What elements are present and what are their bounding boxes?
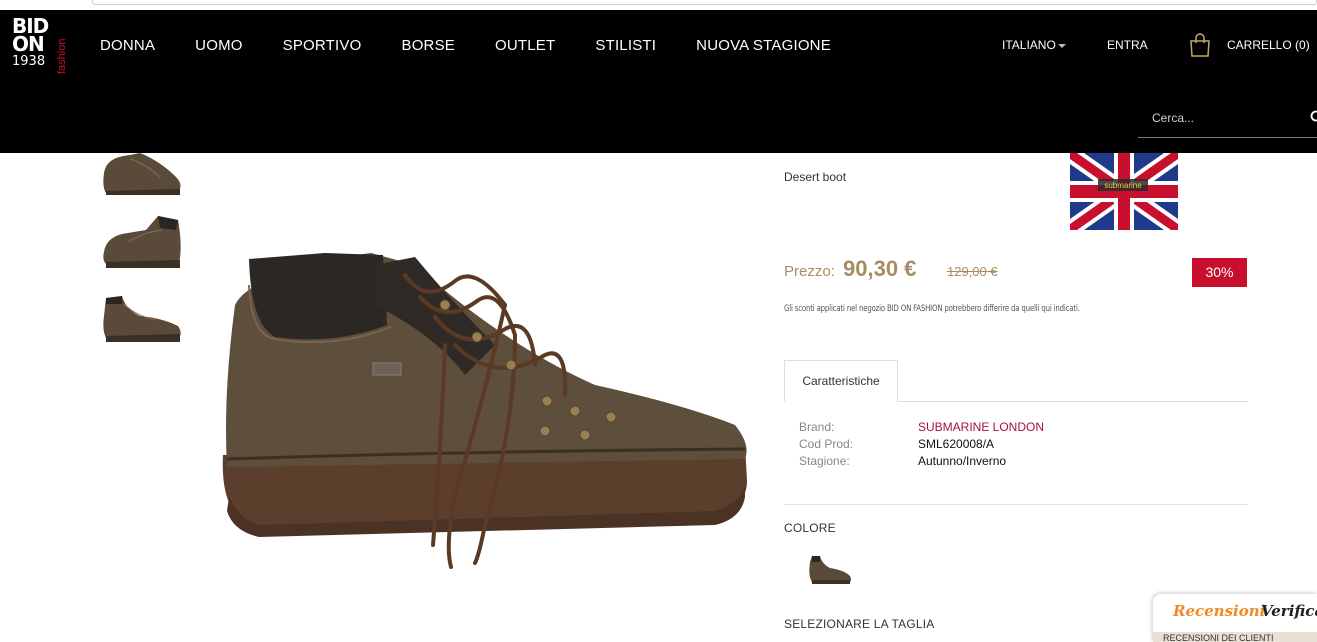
divider xyxy=(784,504,1248,505)
price-label: Prezzo: xyxy=(784,263,835,280)
discount-badge: 30% xyxy=(1192,258,1247,287)
color-swatch[interactable] xyxy=(806,552,854,588)
submarine-brand-logo[interactable]: submarine xyxy=(1070,153,1178,230)
spec-value: Autunno/Inverno xyxy=(918,454,1007,468)
cart-link[interactable]: CARRELLO (0) xyxy=(1227,38,1310,52)
reviews-title: Recensioni xyxy=(1173,602,1266,620)
logo-text-year: 1938 xyxy=(12,54,46,69)
brand-logo-text: submarine xyxy=(1104,181,1142,190)
spec-key: Stagione: xyxy=(799,454,850,468)
spec-value: SML620008/A xyxy=(918,437,995,451)
product-thumbnail[interactable] xyxy=(100,153,184,199)
bid-on-logo[interactable]: BID ON 1938 fashion xyxy=(10,16,68,74)
brand-link[interactable]: SUBMARINE LONDON xyxy=(918,420,1044,434)
search-box xyxy=(1138,100,1317,138)
size-label: SELEZIONARE LA TAGLIA xyxy=(784,617,935,631)
original-price: 129,00 € xyxy=(947,264,998,279)
nav-outlet[interactable]: OUTLET xyxy=(495,37,555,54)
reviews-title-verified: Verifica xyxy=(1261,602,1317,620)
discount-note: Gli sconti applicati nel negozio BID ON … xyxy=(784,304,1080,314)
product-main-image[interactable] xyxy=(215,245,755,575)
nav-sportivo[interactable]: SPORTIVO xyxy=(283,37,362,54)
color-label: COLORE xyxy=(784,521,836,535)
product-specs: Brand: SUBMARINE LONDON Cod Prod: SML620… xyxy=(799,420,1099,471)
reviews-band-text: RECENSIONI DEI CLIENTI xyxy=(1163,633,1274,642)
product-thumbnail[interactable] xyxy=(100,212,184,272)
nav-borse[interactable]: BORSE xyxy=(401,37,455,54)
price-row: Prezzo: 90,30 € 129,00 € 30% xyxy=(784,255,1254,287)
caret-down-icon xyxy=(1057,43,1066,48)
reviews-widget[interactable]: Recensioni Verifica RECENSIONI DEI CLIEN… xyxy=(1153,594,1317,642)
spec-row: Stagione: Autunno/Inverno xyxy=(799,454,1099,471)
spec-key: Brand: xyxy=(799,420,835,434)
logo-text-fashion: fashion xyxy=(56,38,68,74)
shopping-bag-icon[interactable] xyxy=(1188,33,1212,57)
address-bar[interactable] xyxy=(92,0,1317,5)
search-icon[interactable] xyxy=(1310,110,1317,124)
spec-row: Brand: SUBMARINE LONDON xyxy=(799,420,1099,437)
language-selector[interactable]: ITALIANO xyxy=(1002,38,1066,52)
product-tabs: Caratteristiche xyxy=(784,360,1248,402)
nav-donna[interactable]: DONNA xyxy=(100,37,155,54)
main-nav: DONNA UOMO SPORTIVO BORSE OUTLET STILIST… xyxy=(100,37,831,54)
spec-key: Cod Prod: xyxy=(799,437,854,451)
spec-row: Cod Prod: SML620008/A xyxy=(799,437,1099,454)
nav-nuova-stagione[interactable]: NUOVA STAGIONE xyxy=(696,37,831,54)
language-label: ITALIANO xyxy=(1002,38,1056,52)
login-link[interactable]: ENTRA xyxy=(1107,38,1148,52)
product-subtitle: Desert boot xyxy=(784,170,847,184)
browser-strip xyxy=(0,0,1317,10)
tab-caratteristiche[interactable]: Caratteristiche xyxy=(784,360,898,402)
search-input[interactable] xyxy=(1152,108,1302,128)
nav-uomo[interactable]: UOMO xyxy=(195,37,242,54)
logo-text-on: ON xyxy=(12,32,45,56)
page: BID ON 1938 fashion DONNA UOMO SPORTIVO … xyxy=(0,0,1317,642)
nav-stilisti[interactable]: STILISTI xyxy=(595,37,656,54)
current-price: 90,30 € xyxy=(843,256,917,281)
site-header: BID ON 1938 fashion DONNA UOMO SPORTIVO … xyxy=(0,10,1317,153)
product-thumbnail[interactable] xyxy=(100,290,184,350)
